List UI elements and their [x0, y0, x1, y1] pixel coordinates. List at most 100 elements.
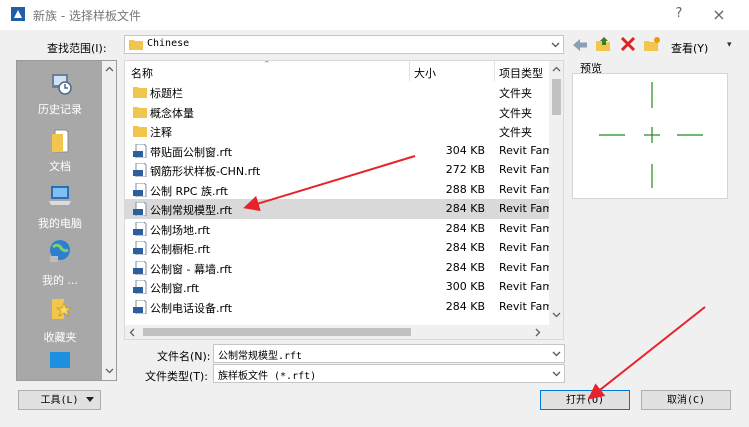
- file-type: Revit Fam: [499, 241, 549, 254]
- place-history[interactable]: 历史记录: [17, 67, 103, 122]
- scroll-down-icon[interactable]: [105, 368, 114, 374]
- file-row[interactable]: 钢筋形状样板-CHN.rft 272 KB Revit Fam: [125, 160, 549, 180]
- file-name: 钢筋形状样板-CHN.rft: [150, 165, 261, 178]
- computer-icon: [49, 186, 71, 205]
- views-menu[interactable]: 查看(Y): [671, 40, 708, 56]
- horizontal-scrollbar[interactable]: [125, 325, 563, 339]
- filename-value: 公制常规模型.rft: [218, 351, 303, 362]
- scroll-right-icon[interactable]: [535, 328, 541, 337]
- file-row[interactable]: 公制窗 - 幕墙.rft 284 KB Revit Fam: [125, 258, 549, 278]
- vertical-scroll-thumb[interactable]: [552, 79, 561, 115]
- file-type: Revit Fam: [499, 143, 549, 157]
- file-name: 公制橱柜.rft: [150, 243, 211, 256]
- file-row[interactable]: 公制 RPC 族.rft 288 KB Revit Fam: [125, 180, 549, 200]
- folder-row[interactable]: 概念体量 文件夹: [125, 102, 549, 122]
- open-button-label: 打开(O): [565, 395, 605, 406]
- revit-app-icon: [11, 7, 25, 21]
- file-size: 284 KB: [445, 202, 485, 215]
- close-button[interactable]: ×: [706, 5, 732, 25]
- places-bar: 历史记录 文档 我的电脑 我的 ... 收藏夹: [16, 60, 117, 381]
- file-row[interactable]: 公制橱柜.rft 284 KB Revit Fam: [125, 238, 549, 258]
- up-folder-icon[interactable]: [595, 36, 613, 52]
- filetype-select[interactable]: 族样板文件 (*.rft): [213, 364, 565, 383]
- scroll-down-icon[interactable]: [552, 312, 561, 318]
- rft-file-icon: [133, 260, 147, 275]
- file-row[interactable]: 公制电话设备.rft 284 KB Revit Fam: [125, 297, 549, 317]
- chevron-down-icon[interactable]: [549, 345, 563, 362]
- folder-row[interactable]: 标题栏 文件夹: [125, 82, 549, 102]
- cancel-button[interactable]: 取消(C): [641, 390, 731, 410]
- file-name: 公制 RPC 族.rft: [150, 184, 228, 198]
- file-row[interactable]: 公制常规模型.rft 284 KB Revit Fam: [125, 199, 549, 219]
- help-button[interactable]: ?: [670, 6, 688, 24]
- lookin-label: 查找范围(I):: [47, 42, 107, 55]
- filename-label: 文件名(N):: [157, 350, 211, 363]
- place-label: 文档: [49, 160, 71, 173]
- column-header-name[interactable]: 名称: [131, 65, 153, 81]
- file-row[interactable]: 公制场地.rft 284 KB Revit Fam: [125, 219, 549, 239]
- vertical-scrollbar[interactable]: [549, 61, 563, 325]
- tools-button-label: 工具(L): [40, 395, 79, 406]
- rft-file-icon: [133, 163, 147, 177]
- file-name: 标题栏: [150, 87, 183, 100]
- file-type: Revit Fam: [499, 280, 549, 293]
- file-type: Revit Fam: [499, 221, 549, 235]
- lookin-combo[interactable]: Chinese: [124, 35, 564, 54]
- file-list[interactable]: ⌃ 名称 大小 项目类型 标题栏 文件夹 概念体量 文件夹 注释 文件夹 带贴面公制窗.rf…: [124, 60, 564, 340]
- folder-icon: [133, 126, 147, 137]
- column-divider[interactable]: [409, 61, 410, 81]
- place-network[interactable]: 我的 ...: [17, 238, 103, 293]
- place-desktop[interactable]: [17, 348, 103, 378]
- file-size: 304 KB: [445, 143, 485, 157]
- file-type: Revit Fam: [499, 182, 549, 196]
- file-name: 公制窗 - 幕墙.rft: [150, 262, 232, 276]
- places-scrollbar[interactable]: [102, 61, 116, 380]
- place-documents[interactable]: 文档: [17, 124, 103, 179]
- favorites-icon: [52, 299, 73, 319]
- folder-row[interactable]: 注释 文件夹: [125, 121, 549, 141]
- tools-button[interactable]: 工具(L): [18, 390, 101, 410]
- back-arrow-icon[interactable]: [571, 37, 589, 53]
- column-divider[interactable]: [494, 61, 495, 81]
- column-header-size[interactable]: 大小: [414, 65, 436, 81]
- scroll-up-icon[interactable]: [552, 66, 561, 72]
- file-type: Revit Fam: [499, 299, 549, 313]
- scroll-up-icon[interactable]: [105, 66, 114, 72]
- column-header-type[interactable]: 项目类型: [499, 65, 543, 81]
- scroll-left-icon[interactable]: [129, 328, 135, 337]
- file-size: 284 KB: [445, 299, 485, 313]
- rft-file-icon: [133, 280, 147, 294]
- chevron-down-icon[interactable]: [548, 36, 562, 53]
- chevron-down-icon[interactable]: ▾: [727, 40, 732, 50]
- title-bar: 新族 - 选择样板文件 ? ×: [0, 0, 749, 30]
- file-row[interactable]: 带贴面公制窗.rft 304 KB Revit Fam: [125, 141, 549, 161]
- file-type: 文件夹: [499, 126, 532, 139]
- file-type: 文件夹: [499, 87, 532, 100]
- desktop-icon: [50, 352, 70, 368]
- place-favorites[interactable]: 收藏夹: [17, 295, 103, 350]
- horizontal-scroll-thumb[interactable]: [143, 328, 411, 336]
- place-label: 我的电脑: [38, 217, 82, 230]
- network-icon: [50, 240, 70, 262]
- chevron-down-icon[interactable]: [549, 365, 563, 382]
- folder-icon: [129, 40, 143, 50]
- file-size: 284 KB: [445, 260, 485, 274]
- file-row[interactable]: 公制窗.rft 300 KB Revit Fam: [125, 277, 549, 297]
- file-size: 284 KB: [445, 221, 485, 235]
- place-computer[interactable]: 我的电脑: [17, 181, 103, 236]
- file-name: 注释: [150, 126, 172, 139]
- file-name: 公制电话设备.rft: [150, 301, 233, 315]
- new-folder-icon[interactable]: [643, 36, 661, 52]
- rft-file-icon: [133, 182, 147, 197]
- window-title: 新族 - 选择样板文件: [33, 9, 141, 23]
- filetype-label: 文件类型(T):: [145, 370, 209, 383]
- crosshair-preview-icon: [599, 82, 703, 188]
- open-button[interactable]: 打开(O): [540, 390, 630, 410]
- rft-file-icon: [133, 143, 147, 158]
- place-label: 收藏夹: [43, 331, 77, 344]
- delete-icon[interactable]: [619, 36, 637, 52]
- file-size: 288 KB: [445, 182, 485, 196]
- rft-file-icon: [133, 221, 147, 236]
- file-name: 公制窗.rft: [150, 282, 200, 295]
- filename-input[interactable]: 公制常规模型.rft: [213, 344, 565, 363]
